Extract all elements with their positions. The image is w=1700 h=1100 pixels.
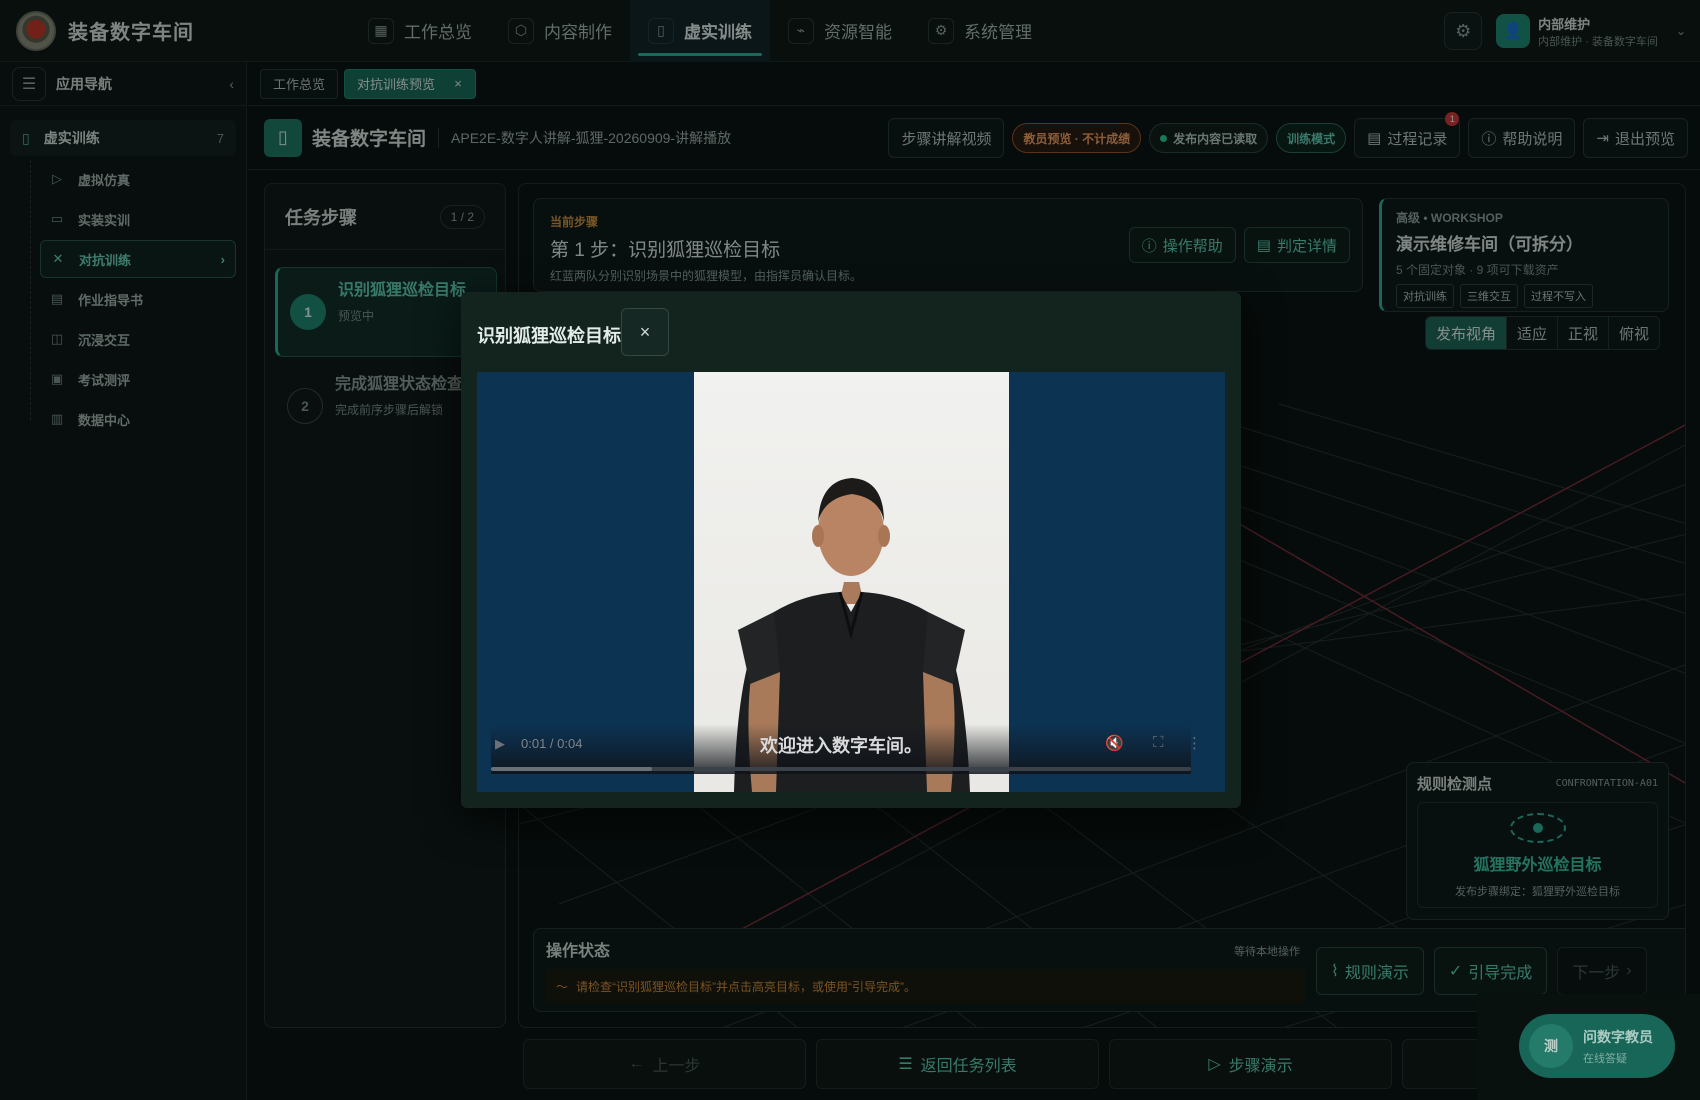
mute-icon[interactable]: 🔇: [1105, 734, 1124, 752]
video-progress-bar[interactable]: [491, 767, 1191, 771]
video-caption: 欢迎进入数字车间。: [760, 736, 922, 756]
modal-title: 识别狐狸巡检目标: [477, 326, 621, 346]
assistant-avatar: 测: [1529, 1024, 1573, 1068]
fullscreen-icon[interactable]: ⛶: [1153, 734, 1164, 751]
assistant-name: 问数字教员: [1583, 1028, 1653, 1045]
close-icon: ×: [639, 321, 651, 342]
ask-digital-instructor-button[interactable]: 测 问数字教员 在线答疑: [1519, 1014, 1675, 1078]
video-player[interactable]: ▶ 0:01 / 0:04 欢迎进入数字车间。 🔇 ⛶ ⋮: [477, 372, 1225, 792]
more-options-icon[interactable]: ⋮: [1187, 734, 1202, 752]
video-modal: 识别狐狸巡检目标 × ▶ 0:01 / 0:04 欢迎进入数字车间。 🔇 ⛶ ⋮: [461, 292, 1241, 808]
close-modal-button[interactable]: ×: [621, 308, 669, 356]
assistant-status: 在线答疑: [1583, 1052, 1627, 1065]
video-progress-fill: [491, 767, 652, 771]
assistant-widget: 测 问数字教员 在线答疑: [1477, 994, 1700, 1100]
